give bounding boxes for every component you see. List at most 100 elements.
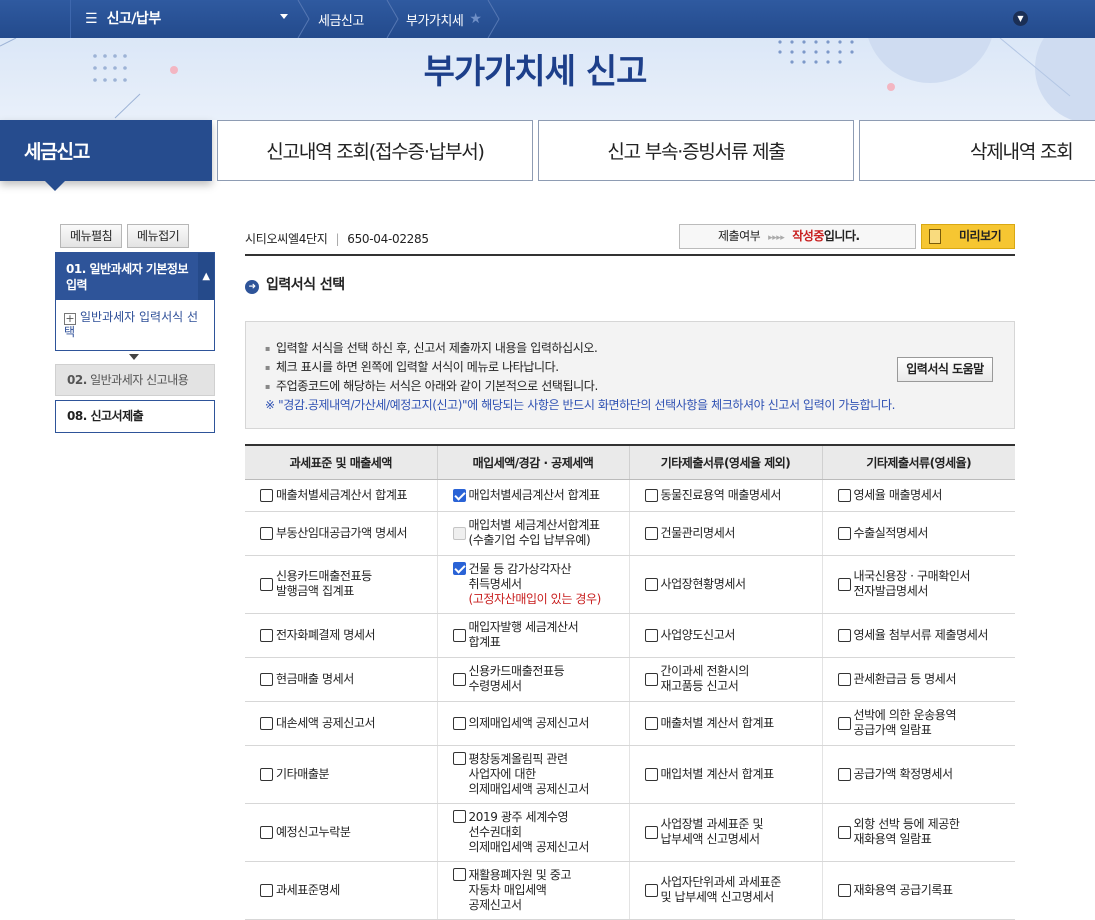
checkbox[interactable] <box>644 526 658 540</box>
form-option[interactable]: 재화용역 공급기록표 <box>837 883 1010 898</box>
checkbox[interactable] <box>837 577 851 591</box>
form-option-text: 대손세액 공제신고서 <box>276 715 376 730</box>
form-option-label: 건물관리명세서 <box>661 526 736 541</box>
table-cell: 공급가액 확정명세서 <box>821 745 1015 804</box>
checkbox[interactable] <box>260 577 273 591</box>
checkbox[interactable] <box>644 672 658 686</box>
checkbox[interactable] <box>644 767 658 781</box>
form-option[interactable]: 부동산임대공급가액 명세서 <box>260 526 431 541</box>
form-option[interactable]: 대손세액 공제신고서 <box>260 716 431 731</box>
form-option[interactable]: 현금매출 명세서 <box>260 672 431 687</box>
checkbox[interactable] <box>260 672 273 686</box>
form-option[interactable]: 의제매입세액 공제신고서 <box>452 716 623 731</box>
breadcrumb-vat[interactable]: 부가가치세 ★ <box>406 0 482 38</box>
sidebar-step2[interactable]: 02. 일반과세자 신고내용 <box>55 364 215 396</box>
chevron-up-icon[interactable]: ▲ <box>198 253 214 300</box>
form-option[interactable]: 사업장별 과세표준 및 납부세액 신고명세서 <box>644 817 816 847</box>
checkbox[interactable] <box>644 577 658 591</box>
checkbox[interactable] <box>644 716 658 730</box>
checkbox-checked[interactable] <box>452 561 466 575</box>
sidebar-step8[interactable]: 08. 신고서제출 <box>55 400 215 433</box>
form-option[interactable]: 선박에 의한 운송용역 공급가액 일람표 <box>837 708 1010 738</box>
form-option[interactable]: 관세환급금 등 명세서 <box>837 672 1010 687</box>
checkbox[interactable] <box>260 628 273 642</box>
form-option[interactable]: 전자화폐결제 명세서 <box>260 628 431 643</box>
form-option[interactable]: 공급가액 확정명세서 <box>837 767 1010 782</box>
main-menu-label: 신고/납부 <box>106 10 162 27</box>
form-option[interactable]: 사업장현황명세서 <box>644 577 816 592</box>
form-option-text: 과세표준명세 <box>276 882 340 897</box>
form-option[interactable]: 외항 선박 등에 제공한 재화용역 일람표 <box>837 817 1010 847</box>
checkbox-checked[interactable] <box>452 488 466 502</box>
checkbox[interactable] <box>260 488 273 502</box>
form-option[interactable]: 동물진료용역 매출명세서 <box>644 488 816 503</box>
form-option[interactable]: 영세율 매출명세서 <box>837 488 1010 503</box>
form-option[interactable]: 수출실적명세서 <box>837 526 1010 541</box>
checkbox[interactable] <box>837 526 851 540</box>
preview-button[interactable]: 미리보기 <box>921 224 1015 249</box>
form-option[interactable]: 매입처별 세금계산서합계표 (수출기업 수입 납부유예) <box>452 518 623 548</box>
tab-report-history[interactable]: 신고내역 조회(접수증·납부서) <box>217 120 533 181</box>
sidebar-step1-sub[interactable]: + 일반과세자 입력서식 선택 <box>56 300 214 350</box>
form-option[interactable]: 과세표준명세 <box>260 883 431 898</box>
checkbox[interactable] <box>837 672 851 686</box>
checkbox[interactable] <box>837 488 851 502</box>
checkbox[interactable] <box>837 628 851 642</box>
form-option[interactable]: 재활용폐자원 및 중고 자동차 매입세액 공제신고서 <box>452 867 623 913</box>
checkbox[interactable] <box>837 767 851 781</box>
collapse-all-button[interactable]: 메뉴접기 <box>127 224 190 248</box>
checkbox[interactable] <box>260 526 273 540</box>
tab-tax-report[interactable]: 세금신고 <box>0 120 212 191</box>
form-option[interactable]: 신용카드매출전표등 수령명세서 <box>452 664 623 694</box>
expand-icon[interactable]: ▼ <box>1013 11 1028 26</box>
form-option[interactable]: 매입처별세금계산서 합계표 <box>452 487 623 503</box>
checkbox[interactable] <box>260 883 273 897</box>
expand-all-button[interactable]: 메뉴펼침 <box>60 224 123 248</box>
checkbox[interactable] <box>452 672 466 686</box>
table-cell: 2019 광주 세계수영 선수권대회 의제매입세액 공제신고서 <box>436 803 629 862</box>
form-option[interactable]: 매출처별세금계산서 합계표 <box>260 488 431 503</box>
checkbox[interactable] <box>837 825 851 839</box>
checkbox[interactable] <box>452 628 466 642</box>
checkbox[interactable] <box>452 751 466 765</box>
form-option-text: 매출처별 계산서 합계표 <box>660 715 775 730</box>
form-option-text: 매입처별세금계산서 합계표 <box>468 487 601 502</box>
checkbox[interactable] <box>837 883 851 897</box>
form-option[interactable]: 매출처별 계산서 합계표 <box>644 715 816 731</box>
form-option[interactable]: 내국신용장 · 구매확인서 전자발급명세서 <box>837 569 1010 599</box>
checkbox[interactable] <box>644 883 658 897</box>
form-option[interactable]: 예정신고누락분 <box>260 825 431 840</box>
checkbox[interactable] <box>452 809 466 823</box>
breadcrumb-tax-report[interactable]: 세금신고 <box>318 0 364 38</box>
form-option[interactable]: 기타매출분 <box>260 767 431 782</box>
form-option-text: 매입자발행 세금계산서 <box>468 620 579 634</box>
form-option[interactable]: 2019 광주 세계수영 선수권대회 의제매입세액 공제신고서 <box>452 809 623 855</box>
form-option[interactable]: 건물 등 감가상각자산 취득명세서 (고정자산매입이 있는 경우) <box>452 561 623 607</box>
form-option-label: 매입처별세금계산서 합계표 <box>468 487 601 503</box>
checkbox[interactable] <box>452 716 466 730</box>
form-option[interactable]: 매입처별 계산서 합계표 <box>644 767 816 782</box>
tab-attachment-submit[interactable]: 신고 부속·증빙서류 제출 <box>538 120 854 181</box>
favorite-star-icon[interactable]: ★ <box>469 11 482 27</box>
form-option[interactable]: 신용카드매출전표등 발행금액 집계표 <box>260 569 431 599</box>
form-option-label: 내국신용장 · 구매확인서 전자발급명세서 <box>854 569 971 599</box>
form-option[interactable]: 사업자단위과세 과세표준 및 납부세액 신고명세서 <box>644 875 816 905</box>
main-menu-dropdown[interactable]: ☰ 신고/납부 <box>70 0 300 38</box>
checkbox[interactable] <box>644 628 658 642</box>
form-help-button[interactable]: 입력서식 도움말 <box>897 357 993 382</box>
checkbox[interactable] <box>260 825 273 839</box>
checkbox[interactable] <box>837 716 851 730</box>
form-option[interactable]: 건물관리명세서 <box>644 526 816 541</box>
form-option[interactable]: 평창동계올림픽 관련 사업자에 대한 의제매입세액 공제신고서 <box>452 751 623 797</box>
sidebar-step1-header[interactable]: 01. 일반과세자 기본정보 입력 ▲ <box>56 253 214 300</box>
tab-deleted-history[interactable]: 삭제내역 조회 <box>859 120 1095 181</box>
checkbox[interactable] <box>260 767 273 781</box>
checkbox[interactable] <box>644 825 658 839</box>
checkbox[interactable] <box>452 867 466 881</box>
form-option[interactable]: 매입자발행 세금계산서 합계표 <box>452 620 623 650</box>
checkbox[interactable] <box>260 716 273 730</box>
form-option[interactable]: 영세율 첨부서류 제출명세서 <box>837 628 1010 643</box>
form-option[interactable]: 사업양도신고서 <box>644 628 816 643</box>
checkbox[interactable] <box>644 488 658 502</box>
form-option[interactable]: 간이과세 전환시의 재고품등 신고서 <box>644 664 816 694</box>
